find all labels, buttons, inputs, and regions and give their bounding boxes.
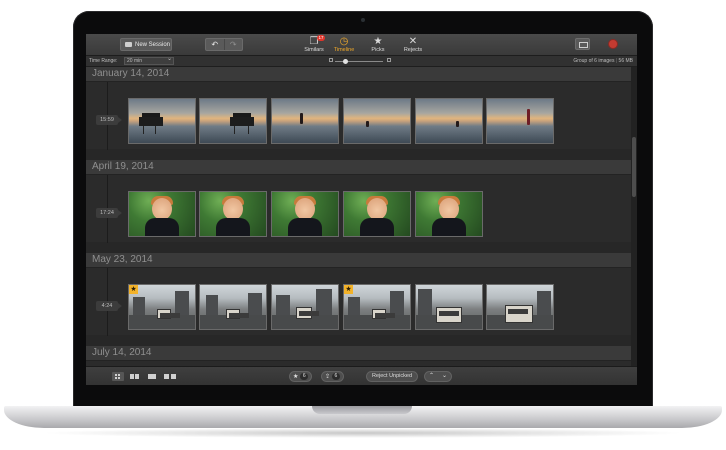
photo-thumbnail[interactable]: [486, 98, 554, 144]
photo-thumbnail[interactable]: [415, 191, 483, 237]
bottom-toolbar: ★ 6 ⇪ 6 Reject Unpicked ⌃ ⌄: [86, 366, 637, 385]
zoom-slider-knob[interactable]: [343, 59, 348, 64]
photo-thumbnail[interactable]: [128, 191, 196, 237]
share-count-button[interactable]: ⇪ 6: [321, 371, 344, 382]
photo-group-row: 4:24 ★ ★: [86, 267, 631, 336]
image-view-icon[interactable]: [575, 38, 590, 50]
zoom-slider[interactable]: [335, 59, 383, 64]
photo-thumbnail[interactable]: [128, 98, 196, 144]
x-icon: ✕: [408, 36, 418, 47]
pick-star-icon[interactable]: ★: [344, 285, 353, 294]
tab-timeline[interactable]: ◷ Timeline: [327, 36, 361, 53]
section-header: July 14, 2014: [86, 346, 631, 360]
clock-icon: ◷: [339, 36, 349, 47]
undo-redo-group: ↶ ↷: [205, 38, 243, 51]
photo-thumbnail[interactable]: [271, 284, 339, 330]
group-nav-buttons: ⌃ ⌄: [424, 371, 452, 382]
chevron-down-icon[interactable]: ⌄: [438, 372, 451, 381]
vertical-scrollbar[interactable]: [631, 67, 637, 366]
tab-label: Similars: [304, 47, 324, 53]
time-marker: 15:59: [96, 115, 122, 125]
star-icon: ★: [293, 374, 299, 380]
zoom-in-icon[interactable]: [387, 58, 391, 62]
compare-view-icon[interactable]: [163, 372, 177, 381]
photo-thumbnail[interactable]: [199, 98, 267, 144]
section-header: May 23, 2014: [86, 253, 631, 267]
stop-record-icon[interactable]: [608, 39, 618, 49]
photo-group-row: 17:24: [86, 174, 631, 243]
laptop-notch: [312, 406, 412, 414]
time-marker: 17:24: [96, 208, 122, 218]
picks-count-button[interactable]: ★ 6: [289, 371, 313, 382]
photo-thumbnail[interactable]: [343, 98, 411, 144]
section-header: January 14, 2014: [86, 67, 631, 81]
app-window: New Session ↶ ↷ ❐ 17 Similars ◷ Timeline…: [86, 34, 637, 385]
scrollbar-thumb[interactable]: [632, 137, 636, 197]
group-size: 56 MB: [618, 58, 633, 64]
section-header: April 19, 2014: [86, 160, 631, 174]
similars-badge: 17: [317, 35, 326, 41]
new-session-label: New Session: [135, 41, 171, 48]
photo-thumbnail[interactable]: [415, 98, 483, 144]
laptop-shadow: [40, 428, 686, 438]
chevron-up-icon[interactable]: ⌃: [425, 372, 438, 381]
stack-icon: ❐: [309, 36, 319, 47]
photo-group-row: 15:59: [86, 81, 631, 150]
photo-thumbnail[interactable]: [199, 284, 267, 330]
photo-thumbnail[interactable]: [415, 284, 483, 330]
time-range-value: 20 min: [127, 58, 143, 64]
two-up-icon[interactable]: [129, 372, 141, 381]
grid-view-icon[interactable]: [112, 372, 124, 381]
group-info: Group of 6 images | 56 MB: [573, 58, 633, 64]
tab-similars[interactable]: ❐ 17 Similars: [297, 35, 331, 53]
new-session-button[interactable]: New Session: [120, 38, 172, 51]
tab-picks[interactable]: ★ Picks: [361, 36, 395, 53]
reject-unpicked-button[interactable]: Reject Unpicked: [366, 371, 418, 382]
tab-rejects[interactable]: ✕ Rejects: [396, 36, 430, 53]
photo-thumbnail[interactable]: [271, 98, 339, 144]
time-marker: 4:24: [96, 301, 122, 311]
picks-count: 6: [300, 373, 309, 380]
photo-thumbnail[interactable]: [271, 191, 339, 237]
share-icon: ⇪: [325, 374, 331, 380]
photo-thumbnail[interactable]: [486, 284, 554, 330]
toolbar: New Session ↶ ↷ ❐ 17 Similars ◷ Timeline…: [86, 34, 637, 56]
photo-thumbnail[interactable]: [343, 191, 411, 237]
share-count: 6: [332, 373, 340, 380]
folder-icon: [125, 42, 132, 47]
tab-label: Picks: [371, 47, 385, 53]
photo-thumbnail[interactable]: [199, 191, 267, 237]
photo-thumbnail[interactable]: ★: [128, 284, 196, 330]
camera-icon: [361, 18, 365, 22]
time-range-select[interactable]: 20 min: [124, 56, 174, 65]
pick-star-icon[interactable]: ★: [129, 285, 138, 294]
undo-arrow-icon[interactable]: ↶: [206, 39, 224, 50]
filter-bar: Time Range: 20 min Group of 6 images | 5…: [86, 56, 637, 67]
redo-arrow-icon[interactable]: ↷: [223, 39, 243, 50]
time-range-label: Time Range:: [89, 58, 118, 64]
star-icon: ★: [373, 36, 383, 47]
zoom-out-icon[interactable]: [329, 58, 333, 62]
group-count: Group of 6 images: [573, 58, 615, 64]
single-view-icon[interactable]: [146, 372, 158, 381]
tab-label: Rejects: [403, 47, 423, 53]
photo-thumbnail[interactable]: ★: [343, 284, 411, 330]
tab-label: Timeline: [333, 47, 355, 53]
